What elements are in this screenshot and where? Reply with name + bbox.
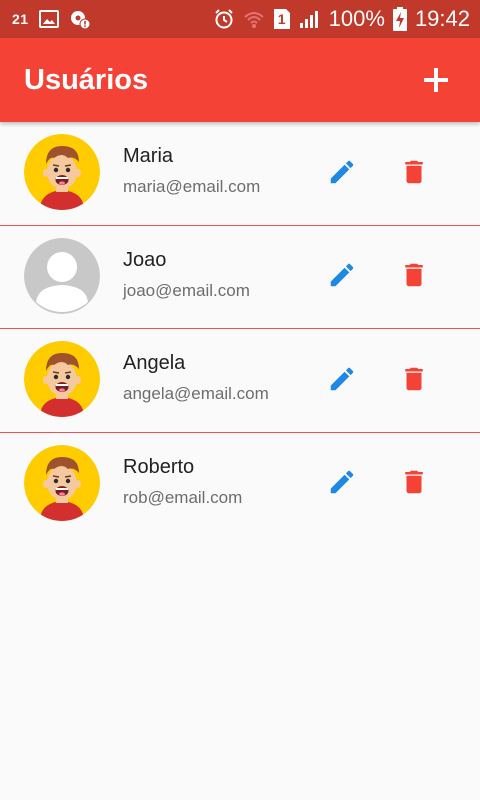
pencil-icon — [327, 467, 357, 502]
user-email: angela@email.com — [123, 384, 269, 403]
sim-icon: 1 — [273, 8, 291, 30]
edit-user-button[interactable] — [320, 359, 364, 403]
status-bar: 21 1 100% 19:42 — [0, 0, 480, 38]
status-bar-left: 21 — [0, 0, 91, 38]
user-email: joao@email.com — [123, 280, 250, 300]
delete-user-button[interactable] — [392, 463, 436, 507]
user-name: Maria — [123, 145, 174, 167]
page-title: Usuários — [24, 63, 149, 96]
delete-user-button[interactable] — [392, 359, 436, 403]
pencil-icon — [327, 364, 357, 399]
edit-user-button[interactable] — [320, 463, 364, 507]
plus-icon — [424, 68, 448, 92]
user-row[interactable]: Joao joao@email.com — [0, 226, 480, 329]
trash-icon — [399, 260, 429, 295]
settings-alert-icon — [69, 8, 91, 30]
trash-icon — [399, 157, 429, 192]
trash-icon — [399, 364, 429, 399]
pencil-icon — [327, 157, 357, 192]
alarm-icon — [213, 8, 235, 30]
user-email: rob@email.com — [123, 487, 243, 507]
edit-user-button[interactable] — [320, 152, 364, 196]
delete-user-button[interactable] — [392, 152, 436, 196]
clock: 19:42 — [414, 6, 470, 31]
delete-user-button[interactable] — [392, 256, 436, 300]
cartoon-avatar-icon — [24, 341, 100, 417]
sim-badge: 1 — [277, 11, 286, 27]
user-row[interactable]: Maria maria@email.com — [0, 122, 480, 226]
edit-user-button[interactable] — [320, 256, 364, 300]
user-list: Maria maria@email.com Joao joao@email.co… — [0, 122, 480, 536]
user-row[interactable]: Angela angela@email.com — [0, 329, 480, 433]
status-bar-right: 1 100% 19:42 — [213, 0, 480, 38]
cartoon-avatar-icon — [24, 444, 100, 521]
user-info: Angela angela@email.com — [123, 351, 269, 405]
battery-charging-icon — [392, 7, 407, 31]
user-info: Maria maria@email.com — [123, 144, 260, 198]
image-icon — [38, 10, 59, 28]
notification-number: 21 — [12, 11, 29, 27]
default-avatar-icon — [24, 237, 100, 314]
cartoon-avatar-icon — [24, 134, 100, 210]
app-bar: Usuários — [0, 38, 480, 122]
user-name: Joao — [123, 248, 167, 271]
battery-percentage: 100% — [328, 6, 385, 31]
pencil-icon — [327, 260, 357, 295]
user-email: maria@email.com — [123, 177, 261, 196]
user-info: Roberto rob@email.com — [123, 455, 242, 509]
user-info: Joao joao@email.com — [123, 248, 250, 302]
signal-icon — [299, 9, 321, 29]
user-name: Roberto — [123, 455, 195, 478]
user-row[interactable]: Roberto rob@email.com — [0, 433, 480, 537]
wifi-icon — [243, 8, 265, 30]
user-name: Angela — [123, 352, 186, 374]
trash-icon — [399, 467, 429, 502]
add-user-button[interactable] — [414, 58, 458, 102]
